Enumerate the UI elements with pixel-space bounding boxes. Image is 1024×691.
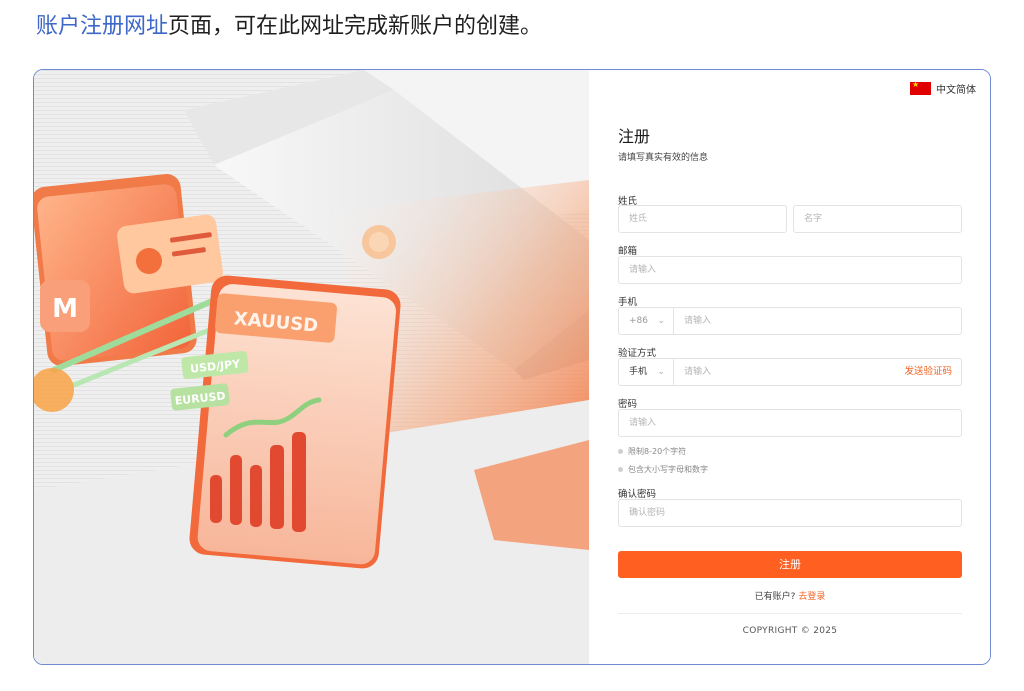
screenshot-frame: M XAUUSD USD/JPY EURUSD ★ 中文简体 注册 请填写真实有…: [33, 69, 991, 665]
login-link[interactable]: 去登录: [798, 592, 825, 602]
password-input[interactable]: 请输入: [618, 409, 962, 437]
password-hint-length: 限制8-20个字符: [628, 447, 687, 456]
verify-method-select[interactable]: 手机 ⌄: [618, 358, 674, 386]
chevron-down-icon: ⌄: [657, 367, 665, 377]
register-panel: 中文简体 注册 请填写真实有效的信息 姓氏 姓氏 名字 邮箱 请输入 手机 +8…: [589, 70, 990, 664]
language-label: 中文简体: [936, 85, 976, 96]
intro-sentence: 账户注册网址页面，可在此网址完成新账户的创建。: [36, 10, 542, 44]
phone-input[interactable]: 请输入: [673, 307, 962, 335]
hero-illustration: M XAUUSD USD/JPY EURUSD: [34, 70, 589, 664]
intro-text: 页面，可在此网址完成新账户的创建。: [168, 14, 543, 39]
country-code-value: +86: [629, 316, 648, 326]
country-code-select[interactable]: +86 ⌄: [618, 307, 674, 335]
password-label: 密码: [618, 399, 638, 410]
have-account-text: 已有账户?: [754, 592, 796, 602]
cn-flag-icon: [910, 80, 931, 95]
svg-text:M: M: [52, 294, 78, 324]
register-url-link[interactable]: 账户注册网址: [36, 14, 168, 39]
password-hint: 限制8-20个字符: [618, 446, 686, 457]
last-name-input[interactable]: 姓氏: [618, 205, 787, 233]
hint-dot-icon: [618, 449, 623, 454]
form-title: 注册: [618, 127, 651, 146]
hint-dot-icon: [618, 467, 623, 472]
language-switcher[interactable]: 中文简体: [910, 80, 976, 96]
form-subtitle: 请填写真实有效的信息: [618, 153, 709, 163]
email-label: 邮箱: [618, 246, 638, 257]
verify-method-label: 验证方式: [618, 348, 657, 359]
copyright-text: COPYRIGHT © 2025: [742, 626, 838, 636]
password-hint-case: 包含大小写字母和数字: [628, 465, 708, 474]
phone-label: 手机: [618, 297, 638, 308]
confirm-password-input[interactable]: 确认密码: [618, 499, 962, 527]
email-input[interactable]: 请输入: [618, 256, 962, 284]
hero-artwork: M XAUUSD USD/JPY EURUSD: [34, 70, 589, 664]
register-button[interactable]: 注册: [618, 551, 962, 578]
first-name-input[interactable]: 名字: [793, 205, 962, 233]
divider: [618, 613, 962, 614]
password-hint: 包含大小写字母和数字: [618, 464, 708, 475]
have-account-row: 已有账户? 去登录: [618, 589, 962, 602]
send-code-button[interactable]: 发送验证码: [904, 358, 952, 386]
confirm-password-label: 确认密码: [618, 489, 657, 500]
chevron-down-icon: ⌄: [657, 316, 665, 326]
verify-method-value: 手机: [629, 367, 648, 377]
